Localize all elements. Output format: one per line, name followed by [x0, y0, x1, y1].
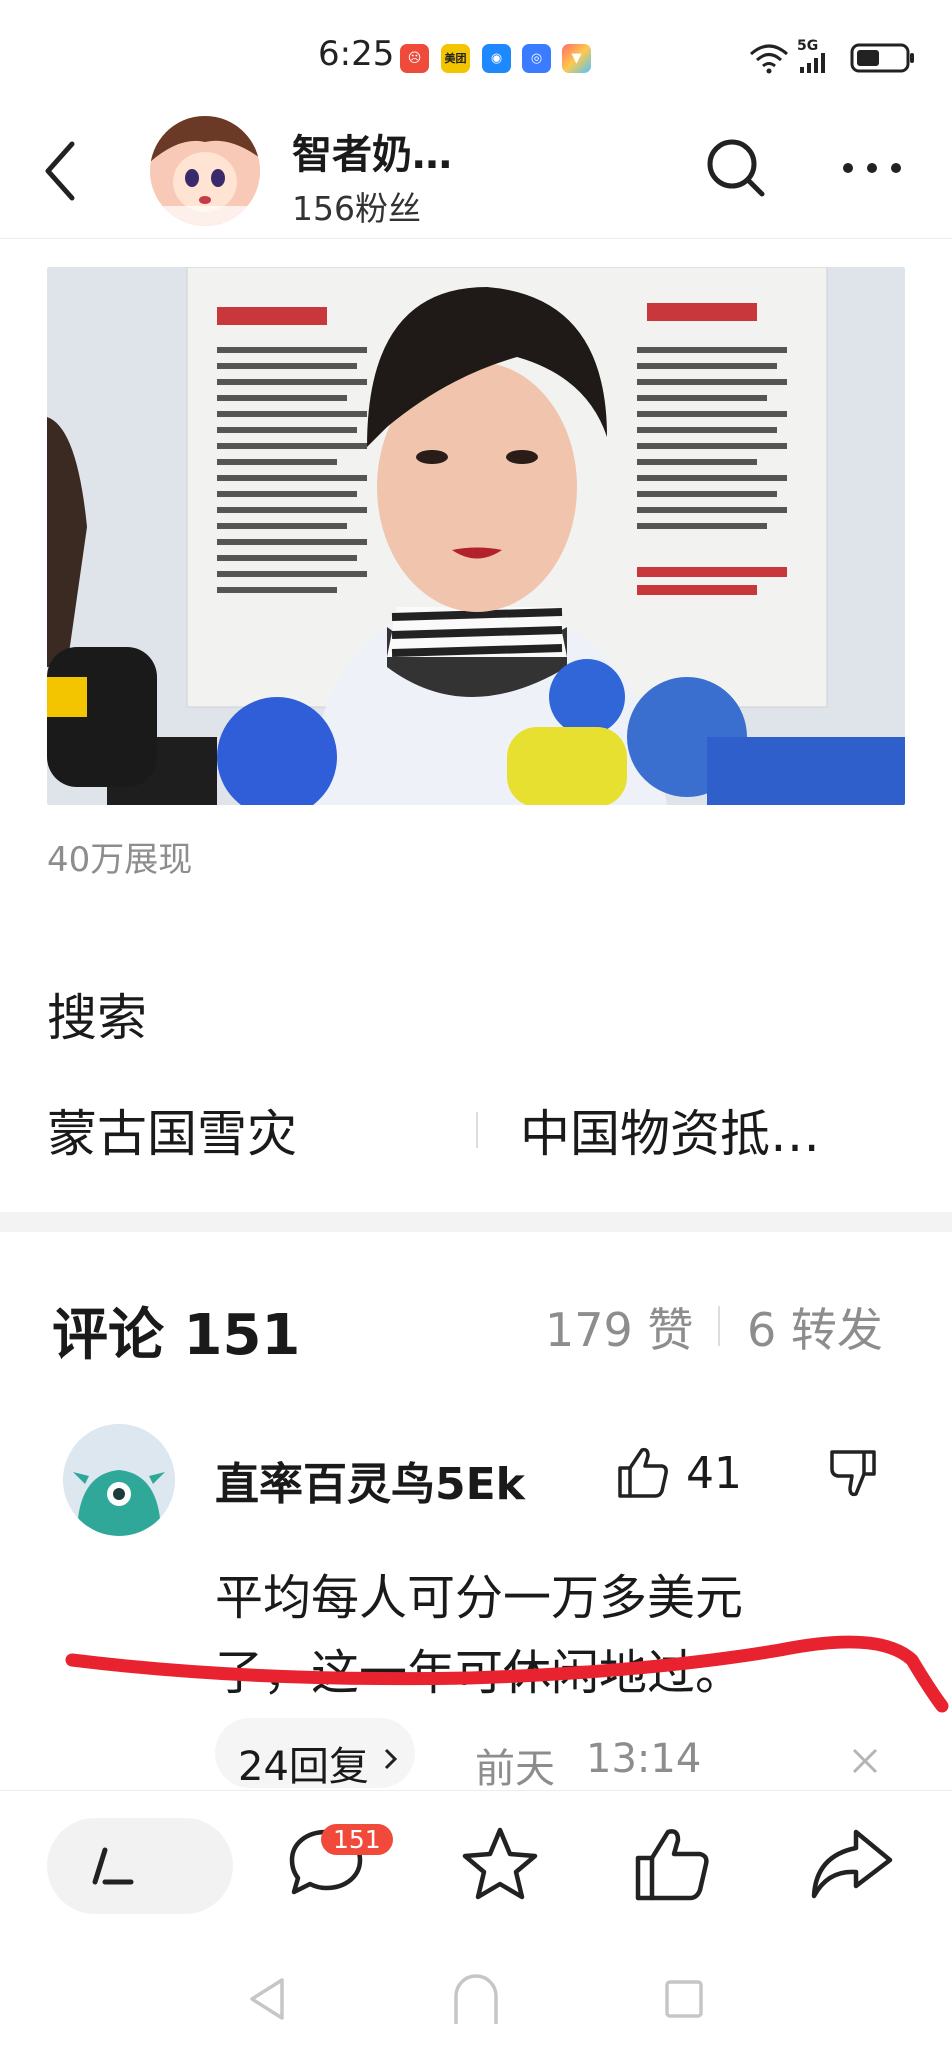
toolbar-divider: [0, 1790, 952, 1791]
comments-title: 评论 151: [52, 1303, 301, 1368]
comment-time: 13:14: [586, 1736, 702, 1782]
nav-recents-icon[interactable]: [663, 1978, 705, 2020]
thumbs-down-icon[interactable]: [828, 1446, 882, 1500]
write-comment-button[interactable]: [47, 1818, 233, 1914]
commenter-avatar[interactable]: [63, 1424, 175, 1536]
follower-count: 156粉丝: [292, 189, 421, 228]
share-icon[interactable]: [806, 1822, 896, 1906]
more-icon[interactable]: [840, 160, 904, 176]
likes-count[interactable]: 179 赞: [545, 1294, 693, 1360]
author-name[interactable]: 智者奶…: [292, 122, 452, 180]
suggestion-divider: [476, 1112, 478, 1148]
commenter-name[interactable]: 直率百灵鸟5Ek: [215, 1448, 525, 1512]
comment-like-count: 41: [686, 1448, 742, 1499]
header-divider: [0, 238, 952, 239]
author-avatar[interactable]: [150, 116, 260, 226]
app-colorful-icon: ▼: [562, 44, 591, 73]
red-underline-annotation: [65, 1635, 949, 1713]
thumbs-up-icon[interactable]: [614, 1444, 670, 1500]
signal-icon: [800, 53, 825, 73]
status-time: 6:25: [318, 34, 395, 74]
comment-text-line1: 平均每人可分一万多美元: [215, 1570, 744, 1626]
like-icon[interactable]: [630, 1822, 714, 1906]
meituan-icon: 美团: [441, 44, 470, 73]
comment-date: 前天: [475, 1746, 555, 1792]
search-icon[interactable]: [704, 136, 768, 200]
chevron-right-icon: [384, 1748, 398, 1770]
star-icon[interactable]: [458, 1822, 542, 1906]
nav-back-icon[interactable]: [246, 1976, 288, 2022]
replies-count[interactable]: 24回复: [238, 1734, 369, 1792]
post-image[interactable]: [47, 267, 905, 805]
search-heading: 搜索: [47, 989, 147, 1047]
search-suggestion[interactable]: 蒙古国雪灾: [47, 1094, 297, 1166]
app-blue-icon: ◎: [522, 44, 551, 73]
close-icon[interactable]: [850, 1746, 880, 1776]
app-red-icon: ☹: [400, 44, 429, 73]
view-count: 40万展现: [47, 840, 193, 880]
nav-home-icon[interactable]: [448, 1968, 504, 2024]
back-arrow-icon[interactable]: [42, 140, 78, 202]
stats-divider: [718, 1306, 720, 1346]
chat-blue-icon: ◉: [482, 44, 511, 73]
comment-count-badge: 151: [321, 1824, 393, 1855]
battery-icon: [850, 43, 914, 73]
search-suggestion[interactable]: 中国物资抵…: [520, 1094, 820, 1166]
section-gap: [0, 1212, 952, 1232]
reposts-count[interactable]: 6 转发: [747, 1294, 883, 1360]
wifi-icon: [750, 44, 788, 74]
pen-icon: [92, 1847, 134, 1885]
